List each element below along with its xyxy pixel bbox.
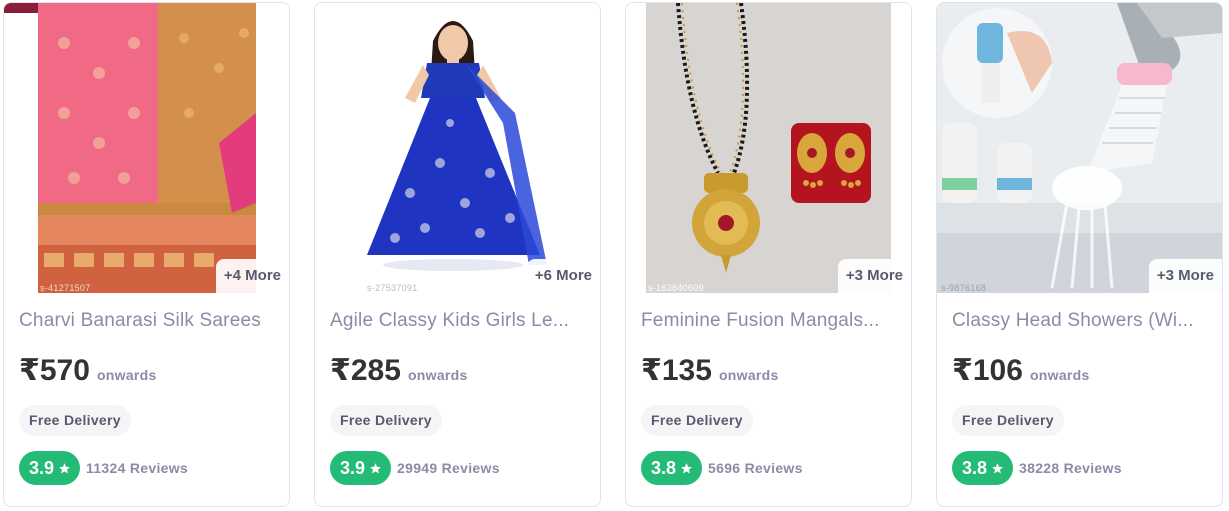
product-title[interactable]: Charvi Banarasi Silk Sarees [19,310,277,332]
image-watermark: s-27537091 [367,283,418,293]
price-row: ₹285 onwards [330,353,468,388]
star-icon [681,462,692,473]
product-price: ₹135 [641,354,712,387]
rating-row: 3.9 11324 Reviews [19,451,188,485]
review-count: 38228 Reviews [1019,460,1122,476]
product-title[interactable]: Agile Classy Kids Girls Le... [330,310,588,332]
more-variants-badge[interactable]: +3 More [837,259,911,293]
rating-row: 3.8 5696 Reviews [641,451,803,485]
more-variants-badge[interactable]: +3 More [1148,259,1222,293]
more-variants-badge[interactable]: +6 More [526,259,600,293]
image-watermark: s-163840609 [648,283,704,293]
saree-image [4,3,289,293]
product-image[interactable]: s-9876168 +3 More [937,3,1222,293]
rating-badge: 3.8 [641,451,703,485]
free-delivery-badge: Free Delivery [641,405,753,436]
rating-badge: 3.9 [330,451,392,485]
rating-value: 3.9 [29,457,55,478]
product-card[interactable]: s-41271507 +4 More Charvi Banarasi Silk … [3,2,290,507]
free-delivery-badge: Free Delivery [19,405,131,436]
image-watermark: s-9876168 [941,283,987,293]
image-watermark: s-41271507 [40,283,91,293]
star-icon [992,462,1003,473]
product-image[interactable]: s-27537091 +6 More [315,3,600,293]
product-price: ₹106 [952,354,1023,387]
product-image[interactable]: s-163840609 +3 More [626,3,911,293]
rating-value: 3.8 [962,457,988,478]
price-onwards-label: onwards [718,367,779,383]
free-delivery-badge: Free Delivery [952,405,1064,436]
product-card[interactable]: s-163840609 +3 More Feminine Fusion Mang… [625,2,912,507]
review-count: 29949 Reviews [397,460,500,476]
product-title[interactable]: Feminine Fusion Mangals... [641,310,899,332]
rating-value: 3.9 [340,457,366,478]
price-row: ₹570 onwards [19,353,157,388]
price-onwards-label: onwards [1029,367,1090,383]
product-price: ₹285 [330,354,401,387]
rating-badge: 3.8 [952,451,1014,485]
price-onwards-label: onwards [96,367,157,383]
product-price: ₹570 [19,354,90,387]
review-count: 11324 Reviews [86,460,189,476]
product-grid: s-41271507 +4 More Charvi Banarasi Silk … [0,0,1229,511]
price-row: ₹106 onwards [952,353,1090,388]
head-shower-image [937,3,1222,293]
product-card[interactable]: s-27537091 +6 More Agile Classy Kids Gir… [314,2,601,507]
rating-badge: 3.9 [19,451,81,485]
star-icon [370,462,381,473]
product-image[interactable]: s-41271507 +4 More [4,3,289,293]
star-icon [59,462,70,473]
price-onwards-label: onwards [407,367,468,383]
review-count: 5696 Reviews [708,460,803,476]
rating-row: 3.9 29949 Reviews [330,451,500,485]
product-title[interactable]: Classy Head Showers (Wi... [952,310,1210,332]
product-card[interactable]: s-9876168 +3 More Classy Head Showers (W… [936,2,1223,507]
price-row: ₹135 onwards [641,353,779,388]
mangalsutra-image [626,3,911,293]
rating-value: 3.8 [651,457,677,478]
rating-row: 3.8 38228 Reviews [952,451,1122,485]
kids-lehenga-image [315,3,600,293]
more-variants-badge[interactable]: +4 More [215,259,289,293]
free-delivery-badge: Free Delivery [330,405,442,436]
